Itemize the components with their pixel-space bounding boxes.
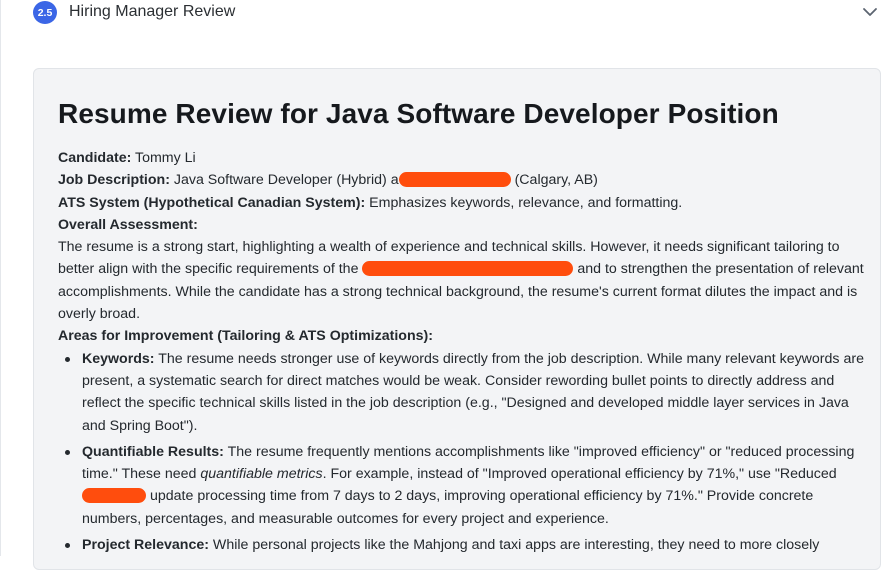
candidate-line: Candidate: Tommy Li — [58, 147, 864, 169]
redaction-mark — [362, 261, 574, 277]
job-location: (Calgary, AB) — [514, 172, 598, 189]
item-text: update processing time from 7 days to 2 … — [82, 488, 814, 527]
step-number-badge: 2.5 — [33, 1, 57, 24]
job-description-value: Java Software Developer (Hybrid) a — [173, 172, 399, 189]
job-description-label: Job Description: — [58, 172, 170, 189]
item-label: Quantifiable Results: — [82, 443, 224, 460]
step-title: Hiring Manager Review — [69, 3, 236, 20]
item-label: Keywords: — [82, 350, 155, 367]
improvement-list: Keywords: The resume needs stronger use … — [58, 348, 864, 557]
review-card: Resume Review for Java Software Develope… — [33, 68, 881, 570]
redaction-mark — [82, 488, 146, 504]
item-emphasis: quantifiable metrics — [200, 466, 323, 483]
step-header[interactable]: 2.5 Hiring Manager Review — [0, 0, 887, 26]
list-item: Keywords: The resume needs stronger use … — [65, 348, 864, 437]
areas-heading-line: Areas for Improvement (Tailoring & ATS O… — [58, 325, 864, 347]
ats-value: Emphasizes keywords, relevance, and form… — [369, 194, 683, 211]
list-item: Quantifiable Results: The resume frequen… — [65, 441, 864, 530]
item-text: While personal projects like the Mahjong… — [212, 537, 820, 554]
review-content: Candidate: Tommy Li Job Description: Jav… — [58, 147, 864, 560]
left-divider — [0, 0, 1, 556]
ats-line: ATS System (Hypothetical Canadian System… — [58, 192, 864, 214]
chevron-down-icon[interactable] — [862, 6, 878, 18]
areas-for-improvement-heading: Areas for Improvement (Tailoring & ATS O… — [58, 328, 433, 345]
item-text: . For example, instead of "Improved oper… — [322, 466, 837, 483]
list-item: Project Relevance: While personal projec… — [65, 534, 864, 556]
overall-assessment-text: The resume is a strong start, highlighti… — [58, 236, 864, 325]
candidate-value: Tommy Li — [135, 150, 196, 166]
redaction-mark — [398, 172, 511, 188]
candidate-label: Candidate: — [58, 150, 132, 166]
overall-assessment-heading: Overall Assessment: — [58, 216, 198, 233]
item-label: Project Relevance: — [82, 537, 209, 554]
job-description-line: Job Description: Java Software Developer… — [58, 169, 864, 191]
review-title: Resume Review for Java Software Develope… — [58, 98, 779, 129]
ats-label: ATS System (Hypothetical Canadian System… — [58, 194, 366, 211]
overall-heading-line: Overall Assessment: — [58, 214, 864, 236]
item-text: The resume needs stronger use of keyword… — [82, 350, 864, 434]
